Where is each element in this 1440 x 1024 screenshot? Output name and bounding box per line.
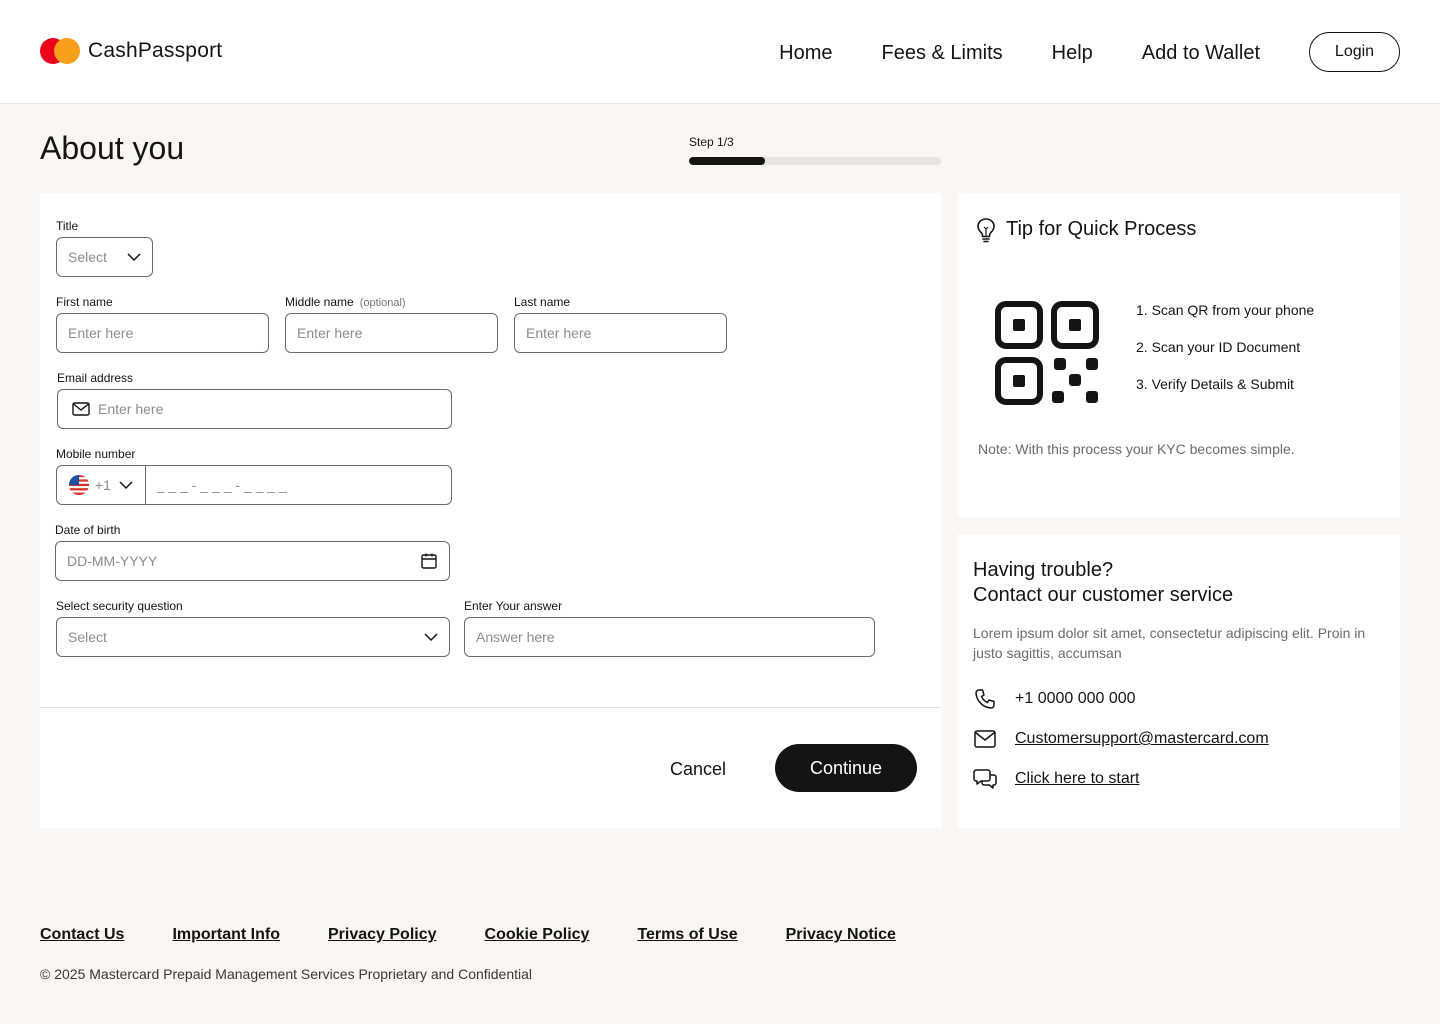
tip-step: 3. Verify Details & Submit [1136,376,1294,392]
help-card: Having trouble? Contact our customer ser… [958,534,1400,828]
help-title: Having trouble? Contact our customer ser… [973,558,1233,608]
answer-input[interactable] [476,629,863,645]
footer-link-cookie-policy[interactable]: Cookie Policy [485,926,590,944]
mail-icon [72,402,90,416]
qr-code-icon [995,301,1099,405]
main-nav: Home Fees & Limits Help Add to Wallet [779,40,1260,66]
title-select-value: Select [68,249,107,265]
tip-steps-list: 1. Scan QR from your phone 2. Scan your … [1136,301,1314,412]
chat-row: Click here to start [973,767,1139,791]
first-name-field[interactable] [56,313,269,353]
brand-logo[interactable]: CashPassport [40,38,222,64]
us-flag-icon [69,475,89,495]
page-title: About you [40,130,185,166]
middle-name-field[interactable] [285,313,498,353]
chat-start-link[interactable]: Click here to start [1015,770,1139,788]
phone-number[interactable]: +1 0000 000 000 [1015,690,1136,708]
mobile-label: Mobile number [56,447,136,461]
footer-link-contact-us[interactable]: Contact Us [40,926,124,944]
mobile-field: +1 [56,465,452,505]
footer-link-privacy-policy[interactable]: Privacy Policy [328,926,437,944]
email-label: Email address [57,371,134,385]
middle-name-label-text: Middle name [285,295,354,309]
answer-label: Enter Your answer [464,599,563,613]
mail-icon [973,727,997,751]
phone-row: +1 0000 000 000 [973,687,1136,711]
answer-field[interactable] [464,617,875,657]
chat-bubbles-icon [973,767,997,791]
middle-name-label: Middle name (optional) [285,295,406,309]
first-name-label: First name [56,295,113,309]
footer-link-important-info[interactable]: Important Info [172,926,280,944]
nav-add-to-wallet[interactable]: Add to Wallet [1142,40,1260,66]
chevron-down-icon [127,253,141,262]
about-you-form: Title Select First name Middle name (opti… [40,193,941,828]
lightbulb-icon [977,218,995,243]
email-input[interactable] [98,401,440,417]
nav-home[interactable]: Home [779,40,832,66]
tip-step: 2. Scan your ID Document [1136,339,1301,355]
step-progress-bar [689,157,941,165]
step-label: Step 1/3 [689,135,734,149]
step-progress-fill [689,157,765,165]
support-email-link[interactable]: Customersupport@mastercard.com [1015,730,1269,748]
security-question-select[interactable]: Select [56,617,450,657]
help-title-line1: Having trouble? [973,559,1114,581]
dob-field[interactable] [55,541,450,581]
mastercard-circles-icon [40,38,80,64]
title-label: Title [56,219,79,233]
footer-link-terms-of-use[interactable]: Terms of Use [637,926,737,944]
first-name-input[interactable] [68,325,257,341]
email-field[interactable] [57,389,452,429]
dob-input[interactable] [67,553,414,569]
tip-step: 1. Scan QR from your phone [1136,302,1315,318]
nav-fees-limits[interactable]: Fees & Limits [882,40,1003,66]
cancel-button[interactable]: Cancel [670,759,726,780]
country-code: +1 [95,477,111,493]
security-question-value: Select [68,629,107,645]
last-name-label: Last name [514,295,571,309]
login-button[interactable]: Login [1309,32,1400,72]
footer-link-privacy-notice[interactable]: Privacy Notice [786,926,896,944]
title-select[interactable]: Select [56,237,153,277]
security-question-label: Select security question [56,599,183,613]
tip-note: Note: With this process your KYC becomes… [978,441,1295,457]
last-name-field[interactable] [514,313,727,353]
email-row: Customersupport@mastercard.com [973,727,1269,751]
middle-name-input[interactable] [297,325,486,341]
chevron-down-icon [424,633,438,642]
dob-label: Date of birth [55,523,121,537]
tip-title: Tip for Quick Process [1006,218,1197,240]
continue-button[interactable]: Continue [775,744,917,792]
chevron-down-icon [119,481,133,490]
last-name-input[interactable] [526,325,715,341]
mobile-input[interactable] [145,477,451,493]
brand-name: CashPassport [88,39,223,62]
calendar-icon[interactable] [420,552,438,570]
optional-hint: (optional) [359,297,406,309]
country-code-select[interactable]: +1 [57,466,146,504]
form-divider [40,707,941,708]
phone-icon [973,687,997,711]
footer-links: Contact Us Important Info Privacy Policy… [40,926,896,944]
site-header: CashPassport Home Fees & Limits Help Add… [0,0,1440,104]
nav-help[interactable]: Help [1052,40,1093,66]
copyright: © 2025 Mastercard Prepaid Management Ser… [40,966,533,982]
tip-card: Tip for Quick Process 1. Scan QR from yo… [958,193,1400,517]
help-description: Lorem ipsum dolor sit amet, consectetur … [973,625,1366,661]
help-title-line2: Contact our customer service [973,584,1234,606]
